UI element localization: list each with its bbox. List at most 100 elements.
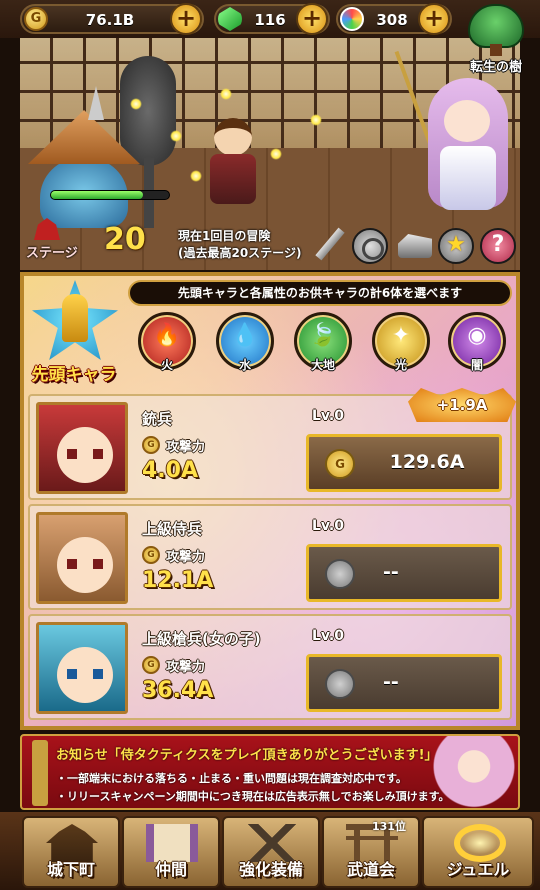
help-button[interactable]: ?: [480, 228, 516, 264]
nav-label: ジュエル: [446, 860, 510, 879]
gold-coin-icon: G: [24, 7, 48, 31]
level-up-button-disabled[interactable]: --: [306, 544, 502, 602]
attack-coin-icon: G: [142, 656, 160, 674]
armor-icon: [398, 234, 432, 258]
news-character-art: [426, 736, 518, 808]
enemy-hp-bar: [50, 190, 170, 200]
fire-icon: 🔥: [153, 323, 181, 348]
member-level: Lv.0: [312, 518, 344, 534]
battle-scene[interactable]: ステージ 20 現在1回目の冒険 (過去最高20ステージ) ★ ?: [20, 38, 520, 270]
gold-coin-icon: G: [325, 449, 355, 479]
tournament-rank: 131位: [372, 820, 406, 833]
leaf-icon: 🍃: [309, 323, 337, 348]
attribute-dark-slot[interactable]: ◉ 闇: [448, 312, 506, 372]
upgrade-cost: --: [383, 671, 399, 693]
attribute-water-slot[interactable]: 💧 水: [216, 312, 274, 372]
gem-value: 116: [254, 11, 286, 29]
gem-counter: 116 +: [214, 3, 330, 35]
attribute-light-slot[interactable]: ✦ 光: [372, 312, 430, 372]
adventure-count: 現在1回目の冒険: [178, 229, 271, 243]
sparkle-effect: [220, 88, 232, 100]
upgrade-cost: 129.6A: [389, 451, 465, 473]
upgrade-cost: --: [383, 561, 399, 583]
spear-girl-portrait: [36, 622, 128, 714]
record-button[interactable]: [352, 228, 388, 264]
member-row-gunner[interactable]: 銃兵 Lv.0 G 攻撃力 4.0A G 129.6A +1.9A: [28, 388, 516, 500]
armor-button[interactable]: [396, 228, 432, 264]
news-title: お知らせ「侍タクティクスをプレイ頂きありがとうございます!」: [56, 748, 438, 763]
nav-companions[interactable]: 仲間: [122, 816, 220, 888]
member-name: 銃兵: [142, 410, 173, 428]
nav-label: 強化装備: [238, 860, 303, 879]
level-up-button[interactable]: G 129.6A: [306, 434, 502, 492]
stage-label: ステージ: [26, 246, 78, 261]
green-gem-icon: [218, 7, 242, 31]
spiked-club: [120, 56, 176, 166]
level-up-button-disabled[interactable]: --: [306, 654, 502, 712]
nav-label: 仲間: [154, 860, 187, 879]
attribute-water-label: 水: [238, 358, 251, 372]
attack-label: 攻撃力: [166, 550, 206, 565]
member-name: 上級槍兵(女の子): [142, 630, 261, 648]
orb-counter: 308 +: [336, 3, 452, 35]
princess-face: [444, 100, 490, 142]
portrait-eyes: [67, 449, 103, 459]
add-gems-button[interactable]: +: [296, 3, 328, 35]
news-line: ・リリースキャンペーン期間中につき現在は広告表示無しでお楽しみ頂けます。: [56, 790, 450, 803]
princess-ally: [418, 68, 518, 218]
gold-value: 76.1B: [85, 11, 135, 29]
reincarnation-label: 転生の樹: [469, 60, 522, 75]
grey-coin-icon: [325, 559, 355, 589]
sparkle-effect: [190, 170, 202, 182]
attack-value: 12.1A: [142, 568, 214, 593]
senior-samurai-portrait: [36, 512, 128, 604]
sparkle-effect: [170, 130, 182, 142]
member-row-senior-spear-girl[interactable]: 上級槍兵(女の子) Lv.0 G 攻撃力 36.4A --: [28, 614, 512, 720]
attribute-fire-slot[interactable]: 🔥 火: [138, 312, 196, 372]
sword-icon: [315, 227, 345, 261]
enemy-hp-fill: [51, 191, 144, 199]
nav-label: 武道会: [346, 860, 395, 879]
grey-coin-icon: [325, 669, 355, 699]
nav-jewel[interactable]: ジュエル: [422, 816, 534, 888]
portrait-eyes: [67, 669, 103, 679]
gunner-portrait: [36, 402, 128, 494]
sparkle-effect: [310, 114, 322, 126]
reincarnation-tree-button[interactable]: 転生の樹: [456, 2, 536, 78]
party-panel: 先頭キャラと各属性のお供キャラの計6体を選べます 先頭キャラ 🔥 火 💧 水 🍃…: [20, 272, 520, 730]
attribute-dark-label: 闇: [470, 358, 483, 372]
member-level: Lv.0: [312, 628, 344, 644]
scroll-icon: [32, 740, 48, 806]
bottom-nav: 城下町 仲間 強化装備 武道会 ジュエル: [0, 812, 540, 890]
favorite-button[interactable]: ★: [438, 228, 474, 264]
nav-label: 城下町: [46, 860, 95, 879]
attribute-fire-label: 火: [160, 358, 173, 372]
add-gold-button[interactable]: +: [170, 3, 202, 35]
news-banner[interactable]: お知らせ「侍タクティクスをプレイ頂きありがとうございます!」 ・一部端末における…: [20, 734, 520, 810]
member-name: 上級侍兵: [142, 520, 203, 538]
star-icon: ★: [446, 232, 466, 257]
stage-indicator: ステージ 20: [24, 216, 174, 264]
party-notice: 先頭キャラと各属性のお供キャラの計6体を選べます: [128, 280, 512, 306]
portrait-eyes: [67, 559, 103, 569]
news-line: ・一部端末における落ちる・止まる・重い問題は現在調査対応中です。: [56, 772, 407, 785]
add-orbs-button[interactable]: +: [418, 3, 450, 35]
nav-castle-town[interactable]: 城下町: [22, 816, 120, 888]
sparkle-effect: [130, 98, 142, 110]
princess-dress: [440, 146, 496, 210]
attack-value: 36.4A: [142, 678, 214, 703]
red-helmet-icon: [34, 218, 60, 240]
attribute-light-label: 光: [394, 358, 407, 372]
member-row-senior-samurai[interactable]: 上級侍兵 Lv.0 G 攻撃力 12.1A --: [28, 504, 512, 610]
dark-eye-icon: ◉: [467, 323, 487, 348]
nav-equipment[interactable]: 強化装備: [222, 816, 320, 888]
attack-value: 4.0A: [142, 458, 198, 483]
attack-coin-icon: G: [142, 436, 160, 454]
attack-bonus-badge: +1.9A: [408, 388, 516, 422]
samurai-hero: [202, 108, 262, 208]
weapon-button[interactable]: [312, 227, 348, 264]
tree-icon: [468, 4, 524, 48]
attribute-earth-slot[interactable]: 🍃 大地: [294, 312, 352, 372]
member-level: Lv.0: [312, 408, 344, 424]
lead-character-slot[interactable]: 先頭キャラ: [24, 280, 124, 388]
